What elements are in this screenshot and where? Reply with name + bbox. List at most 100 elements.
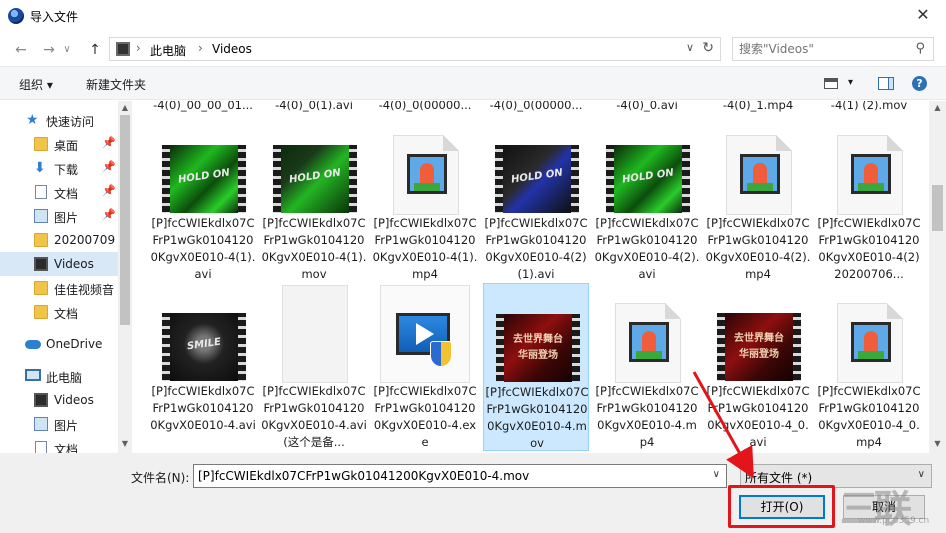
nav-scrollbar[interactable]: ▲ ▼ (118, 101, 132, 453)
navigation-pane[interactable]: ★ 快速访问 桌面 📌 ⬇ 下载 📌 文档 📌 图片 📌 20200709 Vi… (0, 101, 132, 453)
up-button[interactable]: ↑ (84, 40, 106, 60)
thumbnail-caption: HOLD ON (288, 167, 342, 186)
file-tile[interactable]: HOLD ON [P]fcCWIEkdlx07CFrP1wGk01041200K… (261, 117, 367, 285)
address-bar[interactable]: › 此电脑 › Videos ∨ ↻ (109, 37, 721, 61)
nav-this-pc[interactable]: 此电脑 (0, 364, 118, 388)
file-tile[interactable]: 去世界舞台 华丽登场 [P]fcCWIEkdlx07CFrP1wGk010412… (705, 285, 811, 453)
file-tile[interactable]: HOLD ON [P]fcCWIEkdlx07CFrP1wGk01041200K… (483, 117, 589, 285)
pin-icon[interactable]: 📌 (102, 208, 116, 221)
media-file-icon (837, 303, 903, 383)
address-dropdown-icon[interactable]: ∨ (686, 41, 694, 54)
back-button[interactable]: ← (10, 40, 32, 60)
nav-label: Videos (54, 393, 94, 407)
nav-label: 快速访问 (46, 115, 95, 129)
breadcrumb-separator[interactable]: › (198, 41, 203, 55)
file-name-partial[interactable]: -4(0)_0.avi (594, 101, 700, 112)
thumbnail-caption: HOLD ON (510, 167, 564, 186)
filename-field[interactable]: ∨ (193, 464, 727, 488)
annotation-highlight-box (728, 485, 835, 528)
file-name-partial[interactable]: -4(0)_0(00000... (372, 101, 478, 112)
filename-label: 文件名(N): (131, 471, 190, 485)
file-tile[interactable]: [P]fcCWIEkdlx07CFrP1wGk01041200KgvX0E010… (261, 285, 367, 453)
help-icon[interactable]: ? (912, 76, 927, 91)
breadcrumb-this-pc[interactable]: 此电脑 (150, 42, 186, 59)
nav-desktop[interactable]: 桌面 📌 (0, 132, 118, 156)
file-name: [P]fcCWIEkdlx07CFrP1wGk01041200KgvX0E010… (817, 216, 921, 281)
watermark-logo: 三联 www.pc0359.cn (840, 478, 940, 531)
video-thumbnail: 去世界舞台 华丽登场 (496, 314, 580, 382)
file-tile[interactable]: [P]fcCWIEkdlx07CFrP1wGk01041200KgvX0E010… (372, 285, 478, 453)
view-dropdown-icon[interactable]: ▾ (848, 77, 853, 88)
pin-icon[interactable]: 📌 (102, 184, 116, 197)
window-title: 导入文件 (30, 10, 79, 24)
refresh-icon[interactable]: ↻ (702, 40, 714, 56)
filename-dropdown-icon[interactable]: ∨ (713, 469, 720, 480)
file-tile[interactable]: HOLD ON [P]fcCWIEkdlx07CFrP1wGk01041200K… (150, 117, 256, 285)
file-tile[interactable]: [P]fcCWIEkdlx07CFrP1wGk01041200KgvX0E010… (372, 117, 478, 285)
picture-icon (34, 417, 48, 431)
file-tile[interactable]: [P]fcCWIEkdlx07CFrP1wGk01041200KgvX0E010… (594, 285, 700, 453)
scroll-up-icon[interactable]: ▲ (118, 103, 132, 112)
search-input[interactable] (739, 39, 909, 59)
breadcrumb-videos[interactable]: Videos (212, 42, 252, 56)
nav-onedrive[interactable]: OneDrive (0, 332, 118, 356)
nav-pc-pictures[interactable]: 图片 (0, 412, 118, 436)
scroll-thumb[interactable] (120, 115, 130, 325)
scroll-down-icon[interactable]: ▼ (118, 439, 132, 448)
file-tile[interactable]: SMILE [P]fcCWIEkdlx07CFrP1wGk01041200Kgv… (150, 285, 256, 453)
filename-input[interactable] (198, 466, 698, 486)
new-folder-button[interactable]: 新建文件夹 (86, 76, 146, 93)
video-thumbnail: HOLD ON (162, 145, 246, 213)
thumbnail: 去世界舞台 华丽登场 (705, 285, 811, 383)
media-file-icon (393, 135, 459, 215)
file-name-partial[interactable]: -4(0)_00_00_01... (150, 101, 256, 112)
thumbnail-caption: 去世界舞台 华丽登场 (513, 334, 563, 361)
thumbnail: HOLD ON (483, 117, 589, 215)
pin-icon[interactable]: 📌 (102, 160, 116, 173)
file-name-partial[interactable]: -4(0)_0(00000... (483, 101, 589, 112)
nav-20200709[interactable]: 20200709 (0, 228, 118, 252)
document-icon (35, 441, 47, 453)
app-icon (8, 8, 24, 24)
breadcrumb-separator[interactable]: › (136, 41, 141, 55)
file-name-partial[interactable]: -4(0)_0(1).avi (261, 101, 367, 112)
file-tile[interactable]: [P]fcCWIEkdlx07CFrP1wGk01041200KgvX0E010… (816, 285, 922, 453)
recent-dropdown-icon[interactable]: ∨ (56, 40, 78, 60)
thumbnail (816, 117, 922, 215)
file-name: [P]fcCWIEkdlx07CFrP1wGk01041200KgvX0E010… (261, 384, 367, 449)
file-tile[interactable]: HOLD ON [P]fcCWIEkdlx07CFrP1wGk01041200K… (594, 117, 700, 285)
nav-videos[interactable]: Videos (0, 252, 118, 276)
nav-quick-access[interactable]: ★ 快速访问 (0, 108, 118, 132)
file-name-partial[interactable]: -4(0)_1.mp4 (705, 101, 811, 112)
nav-pc-documents[interactable]: 文档 (0, 436, 118, 453)
file-tile[interactable]: [P]fcCWIEkdlx07CFrP1wGk01041200KgvX0E010… (816, 117, 922, 285)
search-box[interactable]: ⚲ (732, 37, 934, 61)
close-button[interactable]: ✕ (900, 0, 946, 32)
media-file-icon (837, 135, 903, 215)
computer-icon (25, 369, 41, 381)
file-list-scrollbar[interactable]: ▲ ▼ (929, 101, 946, 453)
preview-pane-icon[interactable] (878, 77, 894, 90)
nav-downloads[interactable]: ⬇ 下载 📌 (0, 156, 118, 180)
nav-pictures[interactable]: 图片 📌 (0, 204, 118, 228)
address-row: ← → ∨ ↑ › 此电脑 › Videos ∨ ↻ ⚲ (0, 32, 946, 66)
nav-pc-videos[interactable]: Videos (0, 388, 118, 412)
scroll-up-icon[interactable]: ▲ (929, 103, 946, 112)
pin-icon[interactable]: 📌 (102, 136, 116, 149)
file-name-partial[interactable]: -4(1) (2).mov (816, 101, 922, 112)
file-name: [P]fcCWIEkdlx07CFrP1wGk01041200KgvX0E010… (705, 216, 811, 281)
nav-label: 图片 (54, 419, 79, 433)
nav-documents[interactable]: 文档 📌 (0, 180, 118, 204)
file-tile[interactable]: [P]fcCWIEkdlx07CFrP1wGk01041200KgvX0E010… (705, 117, 811, 285)
file-tile-selected[interactable]: 去世界舞台 华丽登场 [P]fcCWIEkdlx07CFrP1wGk010412… (483, 283, 589, 451)
nav-jiajia-video[interactable]: 佳佳视频音 (0, 276, 118, 300)
file-list[interactable]: -4(0)_00_00_01... -4(0)_0(1).avi -4(0)_0… (132, 101, 929, 453)
thumbnail (594, 285, 700, 383)
view-options-icon[interactable] (824, 78, 838, 89)
scroll-down-icon[interactable]: ▼ (929, 439, 946, 448)
search-icon[interactable]: ⚲ (915, 41, 925, 56)
scroll-thumb[interactable] (932, 185, 943, 231)
organize-menu[interactable]: 组织 ▾ (19, 76, 53, 93)
nav-label: 文档 (54, 187, 79, 201)
nav-documents-folder[interactable]: 文档 (0, 300, 118, 324)
